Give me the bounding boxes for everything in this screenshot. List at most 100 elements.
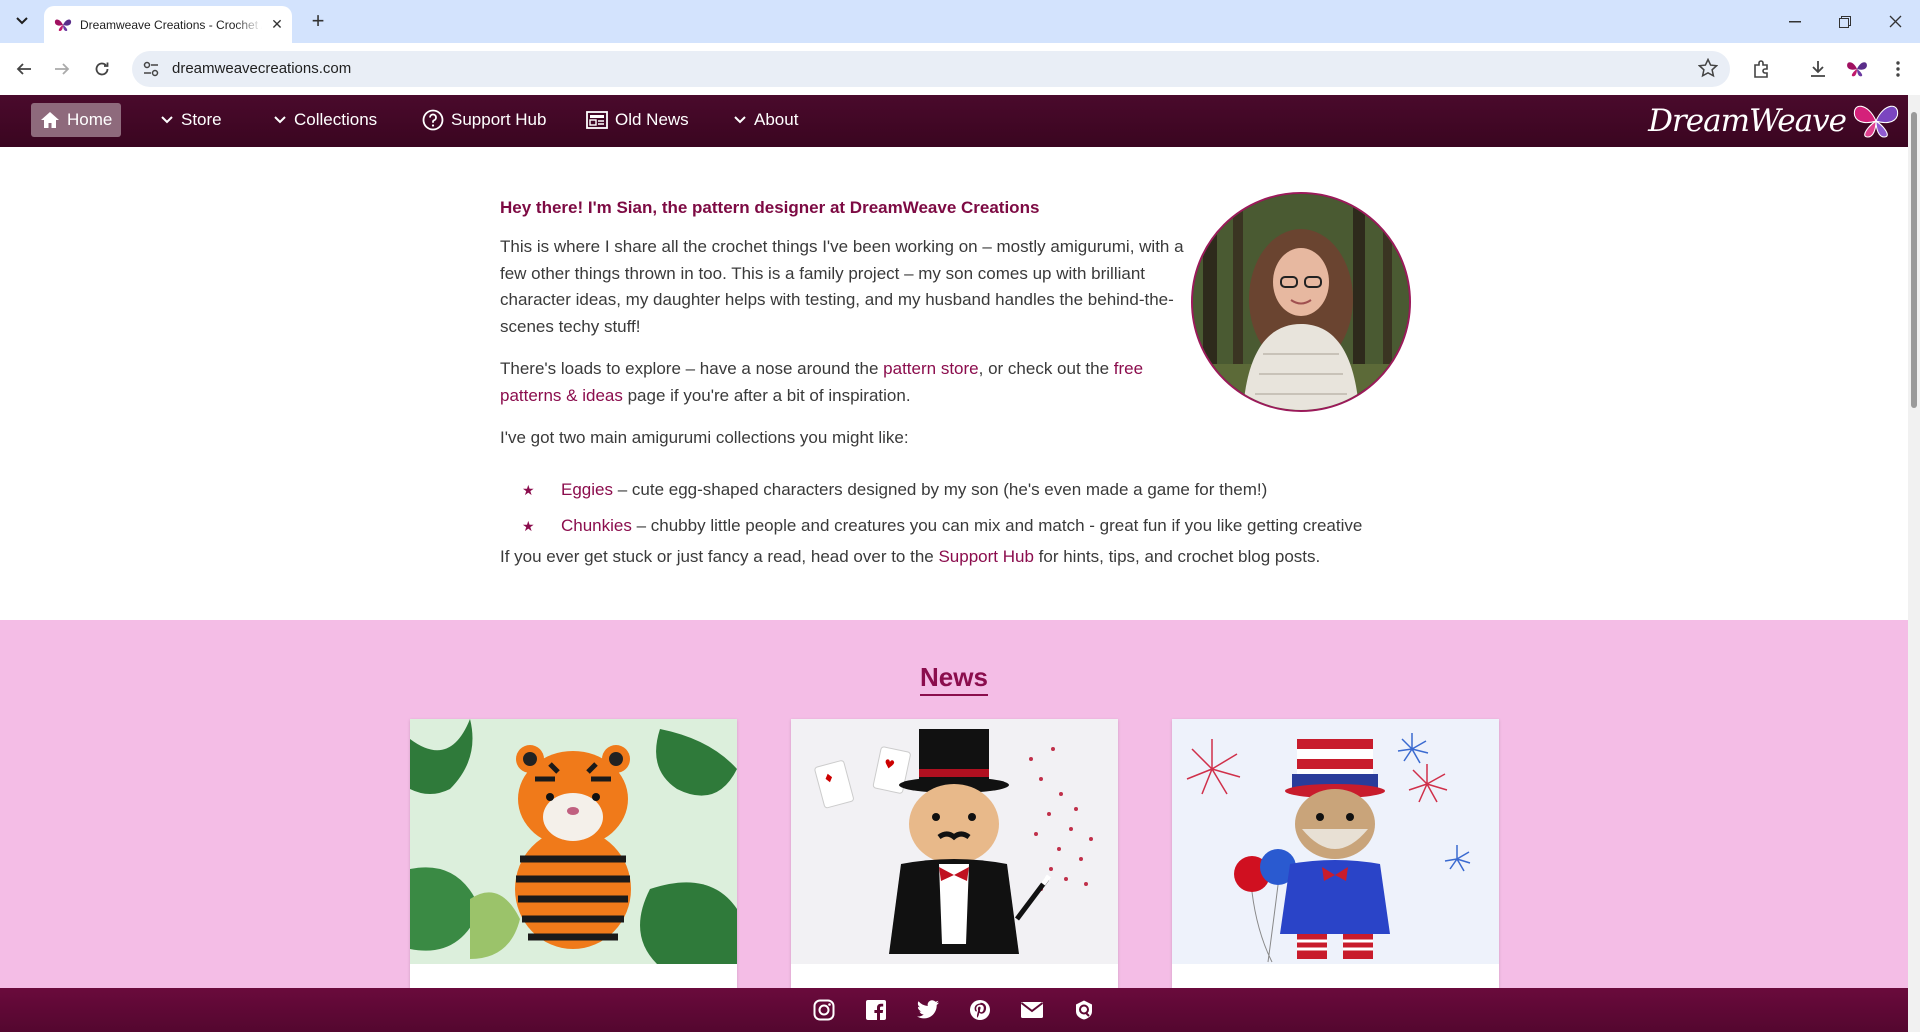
close-window-button[interactable] — [1872, 0, 1918, 43]
instagram-icon — [813, 999, 835, 1021]
nav-old-news[interactable]: Old News — [586, 103, 689, 137]
logo-text: DreamWeave — [1648, 103, 1847, 139]
support-hub-sentence: If you ever get stuck or just fancy a re… — [500, 547, 1320, 567]
chevron-down-icon — [161, 116, 173, 124]
support-hub-link[interactable]: Support Hub — [938, 547, 1033, 566]
reload-button[interactable] — [88, 55, 116, 83]
news-card-uncle-sam[interactable] — [1172, 719, 1499, 988]
new-tab-button[interactable]: + — [306, 9, 330, 33]
home-icon — [41, 112, 59, 128]
social-footer — [0, 988, 1908, 1032]
chevron-down-icon — [16, 17, 28, 25]
url-text: dreamweavecreations.com — [172, 60, 352, 77]
puzzle-icon — [1754, 60, 1768, 78]
tab-close-icon[interactable]: ✕ — [268, 16, 286, 33]
butterfly-favicon-icon — [54, 16, 72, 34]
restore-icon — [1839, 15, 1851, 28]
collections-list: ★ Eggies – cute egg-shaped characters de… — [522, 472, 1422, 544]
intro-paragraph-2: There's loads to explore – have a nose a… — [500, 356, 1190, 409]
news-heading-text[interactable]: News — [920, 662, 988, 696]
chunkies-description: – chubby little people and creatures you… — [631, 516, 1363, 535]
chevron-down-icon — [274, 116, 286, 124]
text-segment: , or check out the — [978, 359, 1114, 378]
text-segment: page if you're after a bit of inspiratio… — [622, 385, 911, 405]
nav-collections[interactable]: Collections — [273, 103, 377, 137]
list-item: ★ Eggies – cute egg-shaped characters de… — [522, 472, 1422, 508]
news-card-tiger[interactable] — [410, 719, 737, 988]
tab-title: Dreamweave Creations - Crochet Amigurumi… — [80, 17, 262, 32]
text-segment: If you ever get stuck or just fancy a re… — [500, 547, 939, 566]
star-bullet-icon: ★ — [522, 517, 535, 534]
forward-button[interactable] — [48, 55, 76, 83]
address-bar[interactable]: dreamweavecreations.com — [132, 51, 1730, 87]
facebook-link[interactable] — [850, 988, 902, 1032]
intro-paragraph-3: I've got two main amigurumi collections … — [500, 428, 909, 447]
menu-button[interactable] — [1886, 57, 1910, 81]
uncle-sam-amigurumi-image[interactable] — [1172, 719, 1499, 964]
nav-old-news-label: Old News — [615, 110, 689, 129]
site-info-icon[interactable] — [142, 60, 160, 78]
browser-tab[interactable]: Dreamweave Creations - Crochet Amigurumi… — [44, 6, 292, 43]
site-navigation: Home Store Collections Support Hub Old N… — [0, 95, 1908, 147]
pinterest-link[interactable] — [954, 988, 1006, 1032]
tiger-amigurumi-image[interactable] — [410, 719, 737, 964]
downloads-button[interactable] — [1806, 57, 1830, 81]
ravelry-icon — [1076, 1000, 1092, 1020]
twitter-icon — [917, 1000, 939, 1019]
browser-toolbar: dreamweavecreations.com — [0, 43, 1920, 95]
close-icon — [1889, 15, 1901, 28]
nav-collections-label: Collections — [294, 110, 378, 129]
chunkies-link[interactable]: Chunkies — [561, 516, 632, 536]
nav-home[interactable]: Home — [31, 103, 122, 137]
magician-amigurumi-image[interactable]: ♦ ♥ — [791, 719, 1118, 964]
list-item: ★ Chunkies – chubby little people and cr… — [522, 508, 1422, 544]
help-circle-icon — [422, 109, 444, 131]
email-link[interactable] — [1006, 988, 1058, 1032]
nav-store[interactable]: Store — [160, 103, 222, 137]
nav-store-label: Store — [181, 110, 222, 129]
download-icon — [1811, 61, 1825, 77]
instagram-link[interactable] — [798, 988, 850, 1032]
browser-tab-bar: Dreamweave Creations - Crochet Amigurumi… — [0, 0, 1920, 43]
intro-heading: Hey there! I'm Sian, the pattern designe… — [500, 198, 1040, 217]
arrow-left-icon — [16, 63, 31, 75]
profile-button[interactable] — [1845, 57, 1869, 81]
nav-home-label: Home — [67, 110, 113, 129]
twitter-link[interactable] — [902, 988, 954, 1032]
pattern-store-link[interactable]: pattern store — [883, 359, 978, 378]
nav-about-label: About — [754, 110, 799, 129]
text-segment: There's loads to explore – have a nose a… — [500, 359, 884, 378]
tab-search-button[interactable] — [8, 8, 36, 34]
back-button[interactable] — [10, 55, 38, 83]
bookmark-star-icon[interactable] — [1698, 58, 1718, 78]
nav-support-hub[interactable]: Support Hub — [422, 103, 546, 137]
minimize-icon — [1789, 20, 1801, 22]
eggies-description: – cute egg-shaped characters designed by… — [612, 480, 1268, 499]
kebab-menu-icon — [1896, 61, 1900, 77]
star-bullet-icon: ★ — [522, 481, 535, 498]
news-card-magician[interactable]: ♦ ♥ — [791, 719, 1118, 988]
arrow-right-icon — [55, 63, 70, 75]
text-segment: for hints, tips, and crochet blog posts. — [1033, 547, 1321, 566]
intro-paragraph-1: This is where I share all the crochet th… — [500, 237, 1184, 336]
newspaper-icon — [586, 111, 608, 129]
nav-support-hub-label: Support Hub — [451, 110, 547, 129]
news-heading[interactable]: News — [0, 662, 1908, 696]
ravelry-link[interactable] — [1058, 988, 1110, 1032]
email-icon — [1020, 1002, 1044, 1018]
designer-portrait-photo — [1191, 192, 1411, 412]
news-section: News ♦ ♥ — [0, 620, 1908, 988]
page-scrollbar-thumb[interactable] — [1911, 112, 1917, 408]
restore-button[interactable] — [1822, 0, 1868, 43]
chevron-down-icon — [734, 116, 746, 124]
intro-section: Hey there! I'm Sian, the pattern designe… — [500, 195, 1190, 468]
minimize-button[interactable] — [1772, 0, 1818, 43]
reload-icon — [95, 62, 109, 76]
facebook-icon — [866, 1000, 886, 1021]
extensions-button[interactable] — [1750, 57, 1774, 81]
nav-about[interactable]: About — [733, 103, 798, 137]
site-logo[interactable]: DreamWeave — [1648, 99, 1900, 143]
pinterest-icon — [970, 1000, 990, 1020]
butterfly-avatar-icon — [1847, 62, 1867, 77]
eggies-link[interactable]: Eggies — [561, 480, 613, 500]
